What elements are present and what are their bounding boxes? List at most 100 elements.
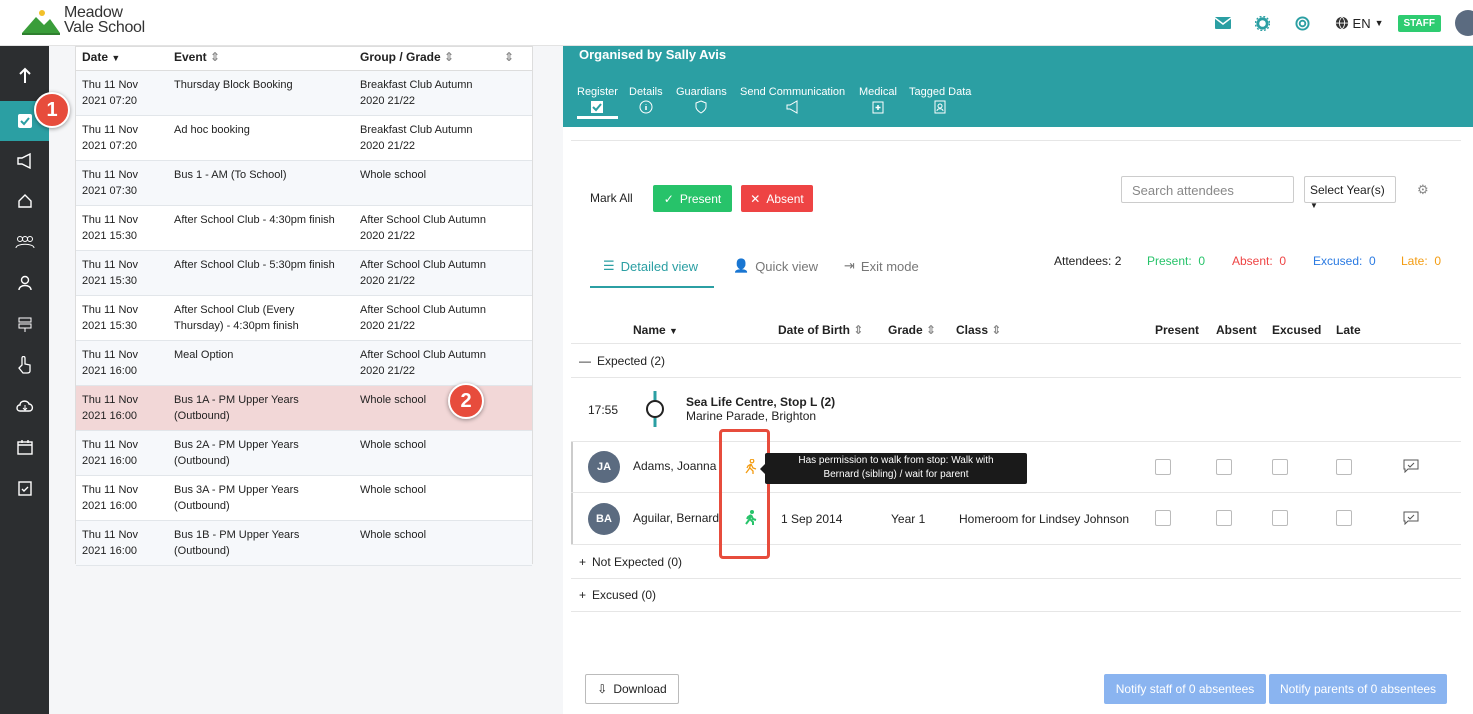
- comment-icon[interactable]: [1403, 511, 1419, 525]
- table-row[interactable]: Thu 11 Nov 2021 07:30 Bus 1 - AM (To Schoo…: [76, 161, 532, 206]
- row-indicator: [571, 442, 573, 544]
- event-date-cell: Thu 11 Nov 2021 07:20: [82, 124, 139, 152]
- stop-time: 17:55: [588, 403, 619, 417]
- person-icon[interactable]: [0, 263, 49, 303]
- event-group-cell: Whole school: [360, 394, 427, 406]
- language-label: EN: [1352, 15, 1371, 31]
- late-checkbox[interactable]: [1336, 459, 1352, 475]
- list-icon: ☰: [603, 258, 615, 273]
- checkbox-icon: [591, 101, 604, 113]
- student-name[interactable]: Aguilar, Bernard: [633, 511, 719, 525]
- tab-medical[interactable]: Medical: [859, 86, 897, 114]
- hand-pointer-icon[interactable]: [0, 345, 49, 385]
- tab-tagged-data[interactable]: Tagged Data: [909, 86, 971, 114]
- divider: [571, 343, 1461, 344]
- late-column-header: Late: [1336, 323, 1361, 337]
- event-group-cell: After School Club Autumn 2020 21/22: [360, 349, 486, 377]
- event-event-cell: Bus 1A - PM Upper Years (Outbound): [174, 394, 299, 422]
- event-event-cell: Bus 1 - AM (To School): [174, 169, 287, 181]
- settings-gear-icon[interactable]: ⚙: [1417, 182, 1429, 198]
- table-row[interactable]: Thu 11 Nov 2021 15:30 After School Club (E…: [76, 296, 532, 341]
- excused-checkbox[interactable]: [1272, 510, 1288, 526]
- notify-parents-button[interactable]: Notify parents of 0 absentees: [1269, 674, 1447, 704]
- dob-column-header[interactable]: Date of Birth ⇕: [778, 323, 863, 337]
- calendar-icon[interactable]: [0, 427, 49, 467]
- excused-checkbox[interactable]: [1272, 459, 1288, 475]
- present-column-header: Present: [1155, 323, 1200, 337]
- settings-gear-icon[interactable]: [1255, 15, 1271, 31]
- student-name[interactable]: Adams, Joanna: [633, 459, 716, 473]
- annotation-highlight-box: [719, 429, 770, 559]
- help-lifebuoy-icon[interactable]: [1295, 15, 1311, 31]
- mark-all-present-button[interactable]: ✓ Present: [653, 185, 732, 212]
- group-icon[interactable]: [0, 222, 49, 262]
- event-event-cell: Meal Option: [174, 349, 234, 361]
- student-dob: 1 Sep 2014: [781, 512, 843, 526]
- events-table-header: Date ▼ Event ⇕ Group / Grade ⇕ ⇕: [76, 47, 532, 71]
- events-table: Date ▼ Event ⇕ Group / Grade ⇕ ⇕ Thu 11 …: [75, 46, 533, 566]
- download-button[interactable]: ⇩ Download: [585, 674, 679, 704]
- date-column-header[interactable]: Date ▼: [82, 50, 120, 64]
- table-row[interactable]: Thu 11 Nov 2021 07:20 Ad hoc booking Breakf…: [76, 116, 532, 161]
- present-checkbox[interactable]: [1155, 459, 1171, 475]
- table-row[interactable]: Thu 11 Nov 2021 07:20 Thursday Block Booki…: [76, 71, 532, 116]
- event-date-cell: Thu 11 Nov 2021 16:00: [82, 439, 139, 467]
- exit-mode-button[interactable]: ⇥ Exit mode: [844, 258, 919, 274]
- absent-checkbox[interactable]: [1216, 510, 1232, 526]
- language-selector[interactable]: EN ▼: [1335, 16, 1384, 31]
- table-row[interactable]: Thu 11 Nov 2021 16:00 Bus 3A - PM Upper Ye…: [76, 476, 532, 521]
- user-avatar[interactable]: [1455, 10, 1473, 36]
- mail-icon[interactable]: [1214, 15, 1231, 31]
- signpost-icon[interactable]: [0, 304, 49, 344]
- home-icon[interactable]: [0, 181, 49, 221]
- absent-count: Absent: 0: [1232, 254, 1287, 268]
- clipboard-icon[interactable]: [0, 468, 49, 508]
- notify-staff-button[interactable]: Notify staff of 0 absentees: [1104, 674, 1266, 704]
- comment-icon[interactable]: [1403, 459, 1419, 473]
- tab-quick-view[interactable]: 👤 Quick view: [733, 258, 818, 274]
- present-checkbox[interactable]: [1155, 510, 1171, 526]
- tab-send-communication[interactable]: Send Communication: [740, 86, 845, 114]
- late-checkbox[interactable]: [1336, 510, 1352, 526]
- absent-column-header: Absent: [1216, 323, 1257, 337]
- event-event-cell: Ad hoc booking: [174, 124, 250, 136]
- tab-guardians[interactable]: Guardians: [676, 86, 727, 114]
- table-row[interactable]: Thu 11 Nov 2021 16:00 Bus 1B - PM Upper Ye…: [76, 521, 532, 566]
- tagged-person-icon: [934, 100, 946, 114]
- tab-details[interactable]: Details: [629, 86, 663, 114]
- table-row[interactable]: Thu 11 Nov 2021 16:00 Meal Option After Sch…: [76, 341, 532, 386]
- cloud-icon[interactable]: [0, 386, 49, 426]
- mark-all-absent-button[interactable]: ✕ Absent: [741, 185, 813, 212]
- event-column-header[interactable]: Event ⇕: [174, 50, 220, 64]
- event-date-cell: Thu 11 Nov 2021 15:30: [82, 304, 139, 332]
- table-row[interactable]: Thu 11 Nov 2021 15:30 After School Club - …: [76, 206, 532, 251]
- tab-register[interactable]: Register: [577, 86, 618, 119]
- not-expected-group-toggle[interactable]: + Not Expected (0): [579, 555, 682, 569]
- event-group-cell: Breakfast Club Autumn 2020 21/22: [360, 79, 473, 107]
- select-year-dropdown[interactable]: Select Year(s) ▼: [1304, 176, 1396, 210]
- student-grade: Year 1: [891, 512, 926, 526]
- table-row[interactable]: Thu 11 Nov 2021 16:00 Bus 2A - PM Upper Ye…: [76, 431, 532, 476]
- divider: [571, 578, 1461, 579]
- divider: [571, 611, 1461, 612]
- grade-column-header[interactable]: Grade ⇕: [888, 323, 936, 337]
- group-column-header[interactable]: Group / Grade ⇕: [360, 50, 454, 64]
- upload-icon[interactable]: [0, 56, 49, 96]
- excused-group-toggle[interactable]: + Excused (0): [579, 588, 656, 602]
- name-column-header[interactable]: Name ▼: [633, 323, 678, 337]
- student-class: Homeroom for Lindsey Johnson: [959, 512, 1130, 526]
- absent-checkbox[interactable]: [1216, 459, 1232, 475]
- sort-icon[interactable]: ⇕: [504, 50, 514, 64]
- expected-group-toggle[interactable]: — Expected (2): [579, 354, 665, 368]
- school-logo[interactable]: Meadow Vale School: [22, 5, 145, 36]
- late-count: Late: 0: [1401, 254, 1442, 268]
- tab-detailed-view[interactable]: ☰ Detailed view: [603, 258, 698, 274]
- event-date-cell: Thu 11 Nov 2021 16:00: [82, 484, 139, 512]
- search-attendees-input[interactable]: Search attendees: [1121, 176, 1294, 203]
- megaphone-icon[interactable]: [0, 141, 49, 181]
- table-row[interactable]: Thu 11 Nov 2021 15:30 After School Club - …: [76, 251, 532, 296]
- event-group-cell: After School Club Autumn 2020 21/22: [360, 259, 486, 287]
- annotation-marker-2: 2: [448, 383, 484, 419]
- class-column-header[interactable]: Class ⇕: [956, 323, 1001, 337]
- detail-header: Organised by Sally Avis Register Details…: [563, 46, 1473, 127]
